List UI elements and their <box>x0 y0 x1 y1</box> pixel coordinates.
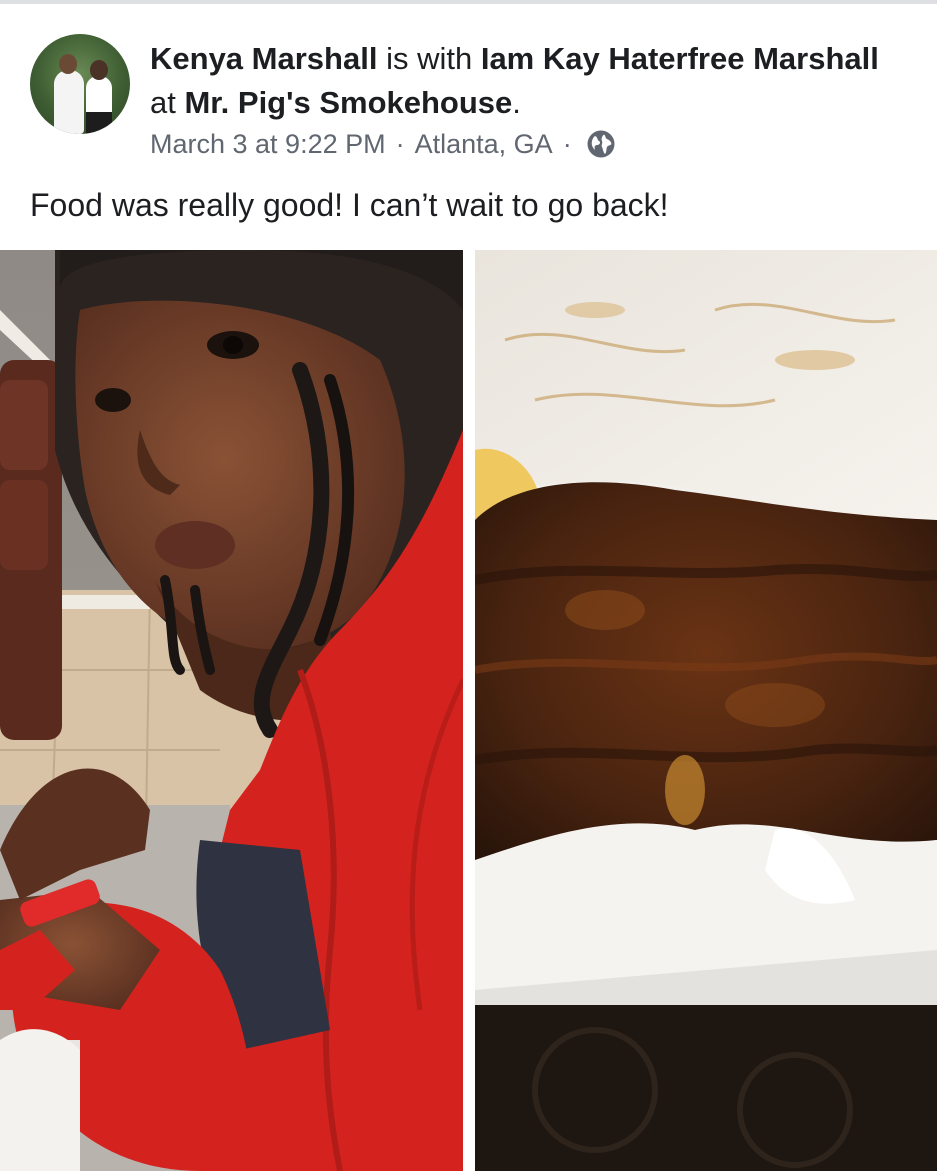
post-location-link[interactable]: Atlanta, GA <box>415 124 553 164</box>
tagged-person-link[interactable]: Iam Kay Haterfree Marshall <box>481 41 879 76</box>
avatar-figure-pants <box>86 112 112 134</box>
title-end: . <box>512 85 521 120</box>
avatar-figure <box>54 70 84 134</box>
avatar-figure-head <box>90 60 108 80</box>
meta-separator: · <box>395 129 405 159</box>
post-title-line: Kenya Marshall is with Iam Kay Haterfree… <box>150 37 890 125</box>
meta-separator: · <box>562 129 572 159</box>
selfie-illustration <box>0 250 463 1171</box>
ribs-illustration <box>475 250 937 1171</box>
photo-gap <box>463 250 475 1171</box>
post-photo-ribs[interactable] <box>475 250 937 1171</box>
with-text: is with <box>386 41 473 76</box>
post-caption: Food was really good! I can’t wait to go… <box>30 187 669 223</box>
post-timestamp-link[interactable]: March 3 at 9:22 PM <box>150 124 386 164</box>
globe-icon[interactable] <box>586 129 616 159</box>
post-photo-selfie[interactable] <box>0 250 463 1171</box>
post-meta: March 3 at 9:22 PM · Atlanta, GA · <box>150 124 616 164</box>
author-avatar[interactable] <box>30 34 130 134</box>
avatar-figure-head <box>59 54 77 74</box>
post-header: Kenya Marshall is with Iam Kay Haterfree… <box>0 4 937 250</box>
place-link[interactable]: Mr. Pig's Smokehouse <box>184 85 512 120</box>
at-text: at <box>150 85 176 120</box>
author-name-link[interactable]: Kenya Marshall <box>150 41 377 76</box>
